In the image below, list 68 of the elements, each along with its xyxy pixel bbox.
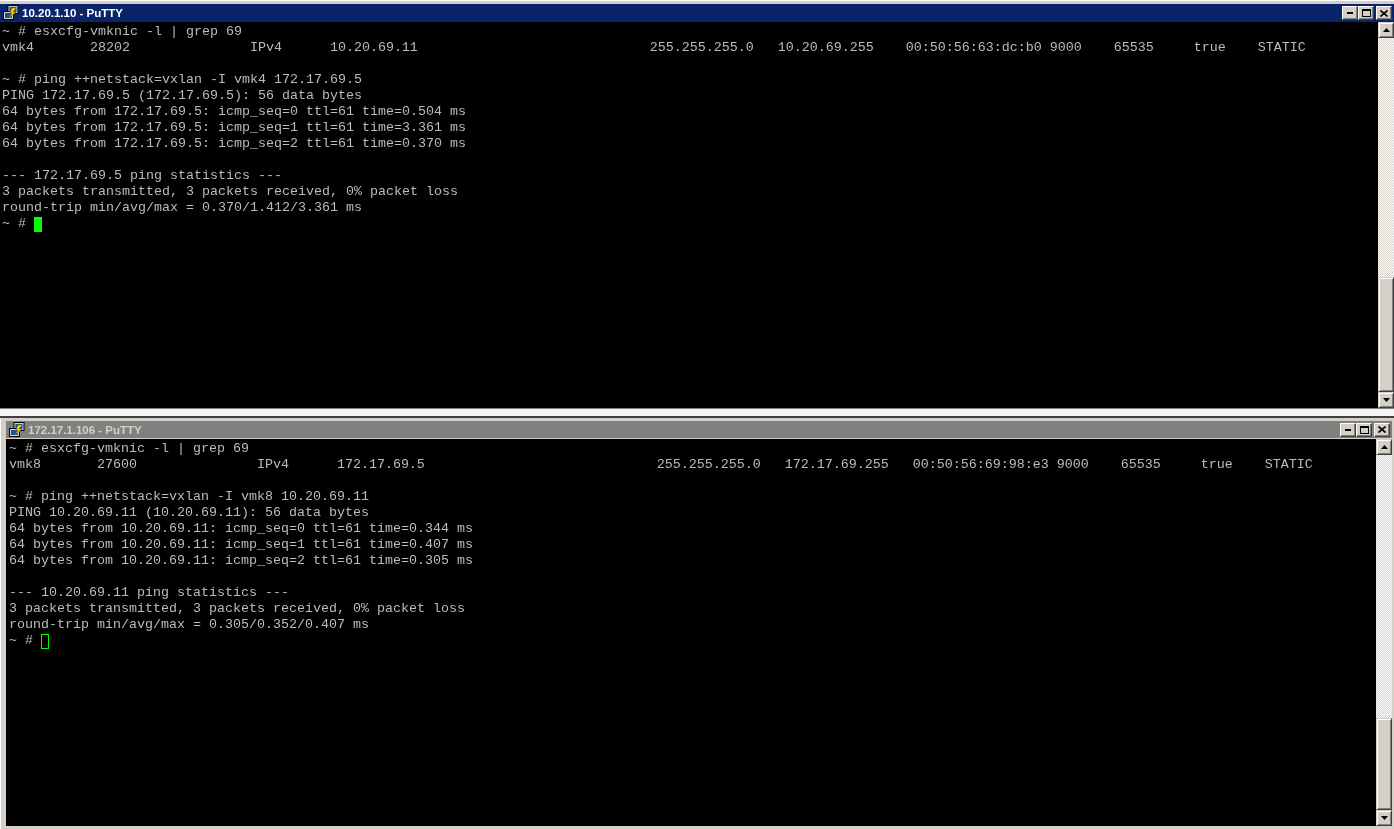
terminal-line: ~ # esxcfg-vmknic -l | grep 69 xyxy=(9,441,249,457)
terminal-line: 64 bytes from 10.20.69.11: icmp_seq=1 ttl=61 time=0.407 ms xyxy=(9,537,473,553)
terminal-line: ~ # esxcfg-vmknic -l | grep 69 xyxy=(2,24,242,40)
terminal-line: PING 172.17.69.5 (172.17.69.5): 56 data bytes xyxy=(2,88,362,104)
output-cell: vmk8 xyxy=(9,457,41,473)
window-title: 172.17.1.106 - PuTTY xyxy=(28,423,142,436)
output-cell: 00:50:56:69:98:e3 xyxy=(912,457,1049,473)
terminal-line: round-trip min/avg/max = 0.305/0.352/0.407 ms xyxy=(9,617,369,633)
minimize-button[interactable] xyxy=(1340,422,1356,437)
up-arrow-icon xyxy=(1382,28,1390,32)
terminal-line: ~ # ping ++netstack=vxlan -I vmk8 10.20.69.11 xyxy=(9,489,369,505)
prompt-text: ~ # xyxy=(9,633,33,649)
prompt-text: ~ # xyxy=(2,216,26,232)
output-cell: 28202 xyxy=(89,40,130,56)
computers-lightning-icon xyxy=(9,421,25,438)
scroll-up-button[interactable] xyxy=(1378,22,1394,38)
terminal-line: 64 bytes from 10.20.69.11: icmp_seq=2 ttl=61 time=0.305 ms xyxy=(9,553,473,569)
output-cell: 9000 xyxy=(1056,457,1089,473)
output-cell: 9000 xyxy=(1049,40,1082,56)
scrollbar-thumb[interactable] xyxy=(1378,277,1394,392)
output-cell: 255.255.255.0 xyxy=(656,457,761,473)
output-cell: STATIC xyxy=(1264,457,1313,473)
terminal-line: 64 bytes from 172.17.69.5: icmp_seq=1 ttl=61 time=3.361 ms xyxy=(2,120,466,136)
scroll-down-button[interactable] xyxy=(1378,392,1394,408)
terminal-line: 3 packets transmitted, 3 packets received, 0% packet loss xyxy=(2,184,458,200)
maximize-icon xyxy=(1361,9,1371,17)
minimize-icon xyxy=(1347,12,1353,14)
terminal-line: 64 bytes from 172.17.69.5: icmp_seq=2 ttl=61 time=0.370 ms xyxy=(2,136,466,152)
down-arrow-icon xyxy=(1380,816,1388,820)
output-cell: 10.20.69.11 xyxy=(329,40,418,56)
output-cell: 00:50:56:63:dc:b0 xyxy=(905,40,1042,56)
terminal-line: PING 10.20.69.11 (10.20.69.11): 56 data bytes xyxy=(9,505,369,521)
maximize-button[interactable] xyxy=(1356,422,1372,437)
minimize-icon xyxy=(1345,428,1351,431)
output-cell: IPv4 xyxy=(256,457,289,473)
output-cell: 172.17.69.255 xyxy=(784,457,889,473)
down-arrow-icon xyxy=(1382,398,1390,402)
output-cell: true xyxy=(1200,457,1233,473)
output-cell: 172.17.69.5 xyxy=(336,457,425,473)
window-title: 10.20.1.10 - PuTTY xyxy=(22,7,123,19)
maximize-button[interactable] xyxy=(1358,6,1374,20)
output-cell: 255.255.255.0 xyxy=(649,40,754,56)
terminal-line: --- 10.20.69.11 ping statistics --- xyxy=(9,585,289,601)
scroll-down-button[interactable] xyxy=(1376,810,1392,826)
terminal-line: 64 bytes from 10.20.69.11: icmp_seq=0 ttl=61 time=0.344 ms xyxy=(9,521,473,537)
up-arrow-icon xyxy=(1380,445,1388,449)
output-cell: 65535 xyxy=(1113,40,1154,56)
terminal-line: --- 172.17.69.5 ping statistics --- xyxy=(2,168,282,184)
output-cell: STATIC xyxy=(1257,40,1306,56)
close-icon xyxy=(1380,9,1388,17)
maximize-icon xyxy=(1359,425,1369,434)
terminal-line: 3 packets transmitted, 3 packets received, 0% packet loss xyxy=(9,601,465,617)
output-cell: 10.20.69.255 xyxy=(777,40,874,56)
close-button[interactable] xyxy=(1376,6,1392,20)
terminal-line: ~ # ping ++netstack=vxlan -I vmk4 172.17.69.5 xyxy=(2,72,362,88)
output-cell: vmk4 xyxy=(2,40,34,56)
output-cell: 27600 xyxy=(96,457,137,473)
output-cell: IPv4 xyxy=(249,40,282,56)
computers-lightning-icon xyxy=(3,5,19,21)
output-cell: true xyxy=(1193,40,1226,56)
close-icon xyxy=(1378,426,1386,433)
terminal-line: 64 bytes from 172.17.69.5: icmp_seq=0 ttl=61 time=0.504 ms xyxy=(2,104,466,120)
output-cell: 65535 xyxy=(1120,457,1161,473)
minimize-button[interactable] xyxy=(1342,6,1358,20)
close-button[interactable] xyxy=(1374,422,1390,437)
scrollbar-thumb[interactable] xyxy=(1376,718,1392,810)
scroll-up-button[interactable] xyxy=(1376,439,1392,455)
terminal-line: round-trip min/avg/max = 0.370/1.412/3.361 ms xyxy=(2,200,362,216)
